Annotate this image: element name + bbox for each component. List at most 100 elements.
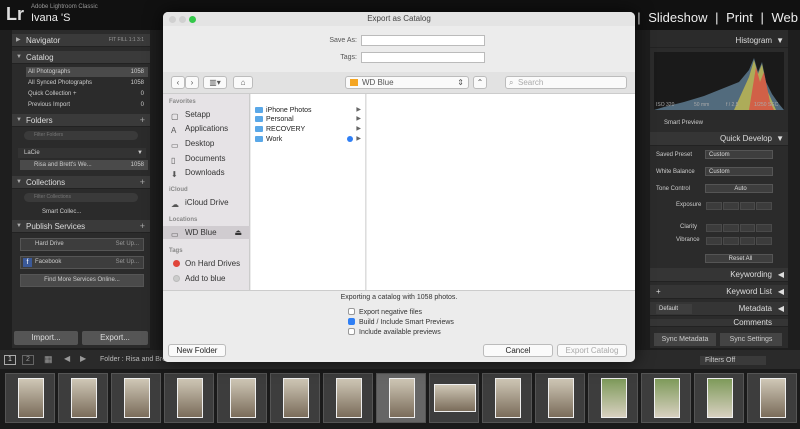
nav-zoom-modes[interactable]: FIT FILL 1:1 3:1 <box>109 34 144 47</box>
add-service-icon[interactable]: + <box>140 220 145 233</box>
add-collection-icon[interactable]: + <box>140 176 145 189</box>
smart-collections-item[interactable]: Smart Collec... <box>42 207 81 217</box>
saved-preset-select[interactable]: Custom <box>705 150 773 159</box>
sidebar-item-wd-blue[interactable]: ▭ WD Blue ⏏ <box>163 226 250 239</box>
filmstrip-thumbnail[interactable] <box>482 373 532 423</box>
back-button[interactable]: ‹ <box>171 76 185 89</box>
module-slideshow[interactable]: Slideshow <box>648 10 707 25</box>
catalog-header[interactable]: ▼ Catalog <box>12 51 150 64</box>
forward-button[interactable]: › <box>185 76 199 89</box>
filmstrip-thumbnail[interactable] <box>270 373 320 423</box>
find-more-services-button[interactable]: Find More Services Online... <box>20 274 144 287</box>
filmstrip-source-label[interactable]: Folder : Risa and Bre <box>100 356 166 363</box>
filmstrip-thumbnail[interactable] <box>747 373 797 423</box>
forward-arrow-icon[interactable]: ▶ <box>80 354 86 363</box>
folder-row[interactable]: RECOVERY ▶ <box>255 125 363 134</box>
second-window-button[interactable]: 2 <box>22 355 34 365</box>
module-print[interactable]: Print <box>726 10 753 25</box>
auto-tone-button[interactable]: Auto <box>705 184 773 193</box>
add-folder-icon[interactable]: + <box>140 114 145 127</box>
histogram-header[interactable]: Histogram ▼ <box>650 34 788 48</box>
keyword-list-header[interactable]: + Keyword List ◀ <box>650 285 788 299</box>
hard-drive-service[interactable]: Hard Drive Set Up... <box>20 238 144 251</box>
folder-row[interactable]: Personal ▶ <box>255 115 363 124</box>
comments-header[interactable]: Comments <box>650 319 788 327</box>
sidebar-item-icloud-drive[interactable]: ☁ iCloud Drive <box>163 196 250 209</box>
sidebar-item-documents[interactable]: ▯ Documents <box>163 152 250 165</box>
publish-services-header[interactable]: ▼ Publish Services + <box>12 220 150 233</box>
new-folder-button[interactable]: New Folder <box>168 344 226 357</box>
filter-select[interactable]: Filters Off <box>700 356 766 365</box>
save-as-field[interactable] <box>361 35 485 46</box>
filmstrip-thumbnail-selected[interactable] <box>376 373 426 423</box>
folder-item[interactable]: Risa and Brett's We... 1058 <box>20 160 148 170</box>
module-web[interactable]: Web <box>772 10 799 25</box>
sidebar-item-applications[interactable]: A Applications <box>163 122 250 135</box>
filmstrip-thumbnail[interactable] <box>58 373 108 423</box>
collections-header[interactable]: ▼ Collections + <box>12 176 150 189</box>
reset-all-button[interactable]: Reset All <box>705 254 773 263</box>
catalog-item[interactable]: Quick Collection + 0 <box>26 89 148 99</box>
export-catalog-button[interactable]: Export Catalog <box>557 344 627 357</box>
setup-link[interactable]: Set Up... <box>116 239 139 250</box>
collection-filter-input[interactable]: Filter Collections <box>24 193 138 202</box>
main-window-button[interactable]: 1 <box>4 355 16 365</box>
sidebar-item-desktop[interactable]: ▭ Desktop <box>163 137 250 150</box>
folder-row[interactable]: iPhone Photos ▶ <box>255 106 363 115</box>
filmstrip-thumbnail[interactable] <box>164 373 214 423</box>
setup-link[interactable]: Set Up... <box>116 257 139 268</box>
filmstrip-thumbnail[interactable] <box>535 373 585 423</box>
import-button[interactable]: Import... <box>14 331 78 345</box>
folder-row[interactable]: Work ▶ <box>255 135 363 144</box>
volume-row[interactable]: LaCie ▼ <box>18 148 146 158</box>
include-previews-checkbox[interactable]: Include available previews <box>348 328 441 336</box>
sidebar-tag-on-hard-drives[interactable]: On Hard Drives <box>163 257 250 270</box>
catalog-item[interactable]: All Photographs 1058 <box>26 67 148 77</box>
quick-develop-header[interactable]: Quick Develop ▼ <box>650 132 788 146</box>
filmstrip-thumbnail[interactable] <box>641 373 691 423</box>
vibrance-adjust-buttons[interactable] <box>706 237 772 245</box>
filmstrip-thumbnail[interactable] <box>217 373 267 423</box>
location-select[interactable]: WD Blue ⇕ <box>345 76 469 89</box>
cancel-button[interactable]: Cancel <box>483 344 553 357</box>
filmstrip-thumbnail[interactable] <box>429 373 479 423</box>
sync-metadata-button[interactable]: Sync Metadata <box>654 333 716 346</box>
catalog-item[interactable]: All Synced Photographs 1058 <box>26 78 148 88</box>
filmstrip-thumbnail[interactable] <box>588 373 638 423</box>
navigator-header[interactable]: ▶ Navigator FIT FILL 1:1 3:1 <box>12 34 150 47</box>
filmstrip-thumbnail[interactable] <box>5 373 55 423</box>
facebook-service[interactable]: f Facebook Set Up... <box>20 256 144 269</box>
export-button[interactable]: Export... <box>82 331 148 345</box>
export-negative-files-checkbox[interactable]: Export negative files <box>348 308 422 316</box>
grid-icon[interactable]: ▦ <box>44 354 53 365</box>
metadata-preset-select[interactable]: Default <box>656 304 693 314</box>
catalog-item[interactable]: Previous Import 0 <box>26 100 148 110</box>
metadata-header[interactable]: Default Metadata ◀ <box>650 302 788 316</box>
sidebar-item-setapp[interactable]: ▢ Setapp <box>163 108 250 121</box>
tags-field[interactable] <box>361 52 485 63</box>
sidebar-item-downloads[interactable]: ⬇ Downloads <box>163 166 250 179</box>
keywording-header[interactable]: Keywording ◀ <box>650 268 788 282</box>
filmstrip-thumbnail[interactable] <box>323 373 373 423</box>
sidebar-tag-add-to-blue[interactable]: Add to blue <box>163 272 250 285</box>
expand-dialog-button[interactable]: ⌃ <box>473 76 487 89</box>
search-input[interactable]: ⌕ Search <box>505 76 627 89</box>
view-mode-button[interactable]: ▥▾ <box>203 76 227 89</box>
eject-icon[interactable]: ⏏ <box>234 226 242 239</box>
filmstrip-thumbnail[interactable] <box>694 373 744 423</box>
clarity-adjust-buttons[interactable] <box>706 224 772 232</box>
build-smart-previews-checkbox[interactable]: Build / Include Smart Previews <box>348 318 454 326</box>
zoom-window-button[interactable] <box>189 16 196 23</box>
new-folder-icon-button[interactable]: ⌂ <box>233 76 253 89</box>
exif-aperture: f / 2.5 <box>726 102 739 108</box>
close-window-button[interactable] <box>169 16 176 23</box>
minimize-window-button[interactable] <box>179 16 186 23</box>
back-arrow-icon[interactable]: ◀ <box>64 354 70 363</box>
folders-header[interactable]: ▼ Folders + <box>12 114 150 127</box>
exposure-adjust-buttons[interactable] <box>706 202 772 210</box>
folder-filter-input[interactable]: Filter Folders <box>24 131 138 140</box>
add-keyword-icon[interactable]: + <box>656 285 661 299</box>
filmstrip-thumbnail[interactable] <box>111 373 161 423</box>
white-balance-select[interactable]: Custom <box>705 167 773 176</box>
sync-settings-button[interactable]: Sync Settings <box>720 333 782 346</box>
